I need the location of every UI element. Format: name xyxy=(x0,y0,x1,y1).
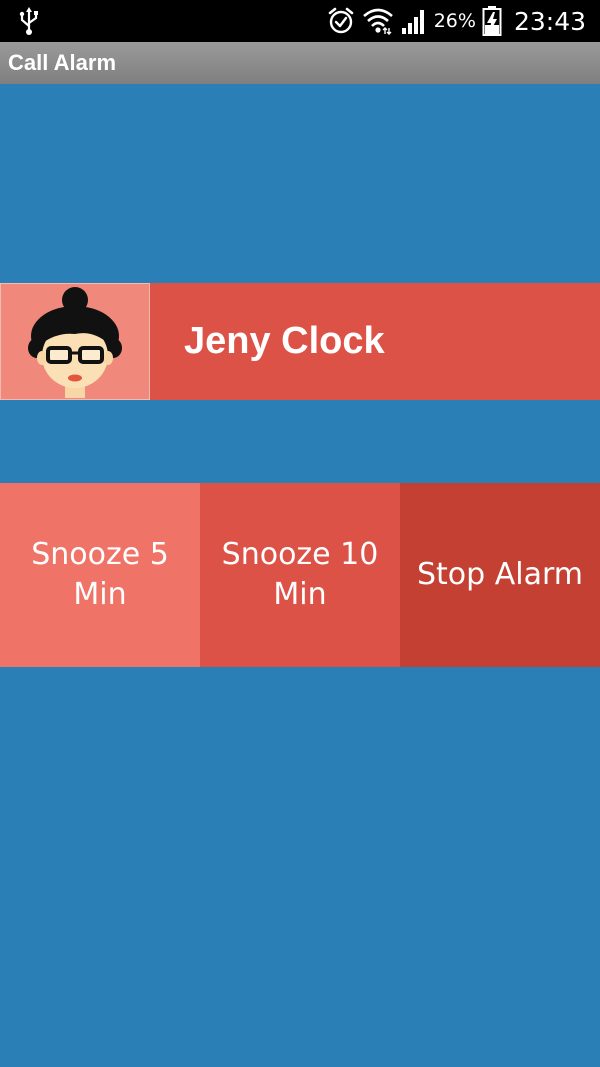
status-bar: 26% 23:43 xyxy=(0,0,600,42)
usb-icon xyxy=(19,7,38,35)
status-clock: 23:43 xyxy=(513,6,586,36)
caller-avatar xyxy=(0,283,150,400)
battery-percent: 26% xyxy=(433,10,476,32)
snooze-5-min-label: Snooze 5 Min xyxy=(31,537,169,612)
alarm-clock-icon xyxy=(328,7,354,34)
title-bar: Call Alarm xyxy=(0,42,600,84)
snooze-10-min-button[interactable]: Snooze 10 Min xyxy=(200,483,400,667)
caller-row: Jeny Clock xyxy=(0,283,600,400)
stop-alarm-button[interactable]: Stop Alarm xyxy=(400,483,600,667)
snooze-10-min-label: Snooze 10 Min xyxy=(221,537,379,612)
app-title: Call Alarm xyxy=(8,50,117,75)
snooze-5-min-button[interactable]: Snooze 5 Min xyxy=(0,483,200,667)
alarm-screen: Jeny Clock Snooze 5 Min Snooze 10 Min St… xyxy=(0,84,600,1067)
caller-name: Jeny Clock xyxy=(184,320,385,362)
stop-alarm-label: Stop Alarm xyxy=(416,557,583,592)
alarm-actions: Snooze 5 Min Snooze 10 Min Stop Alarm xyxy=(0,483,600,667)
wifi-icon xyxy=(362,8,393,35)
woman-avatar-icon xyxy=(28,287,122,398)
signal-icon xyxy=(401,10,424,34)
battery-charging-icon xyxy=(482,6,502,36)
